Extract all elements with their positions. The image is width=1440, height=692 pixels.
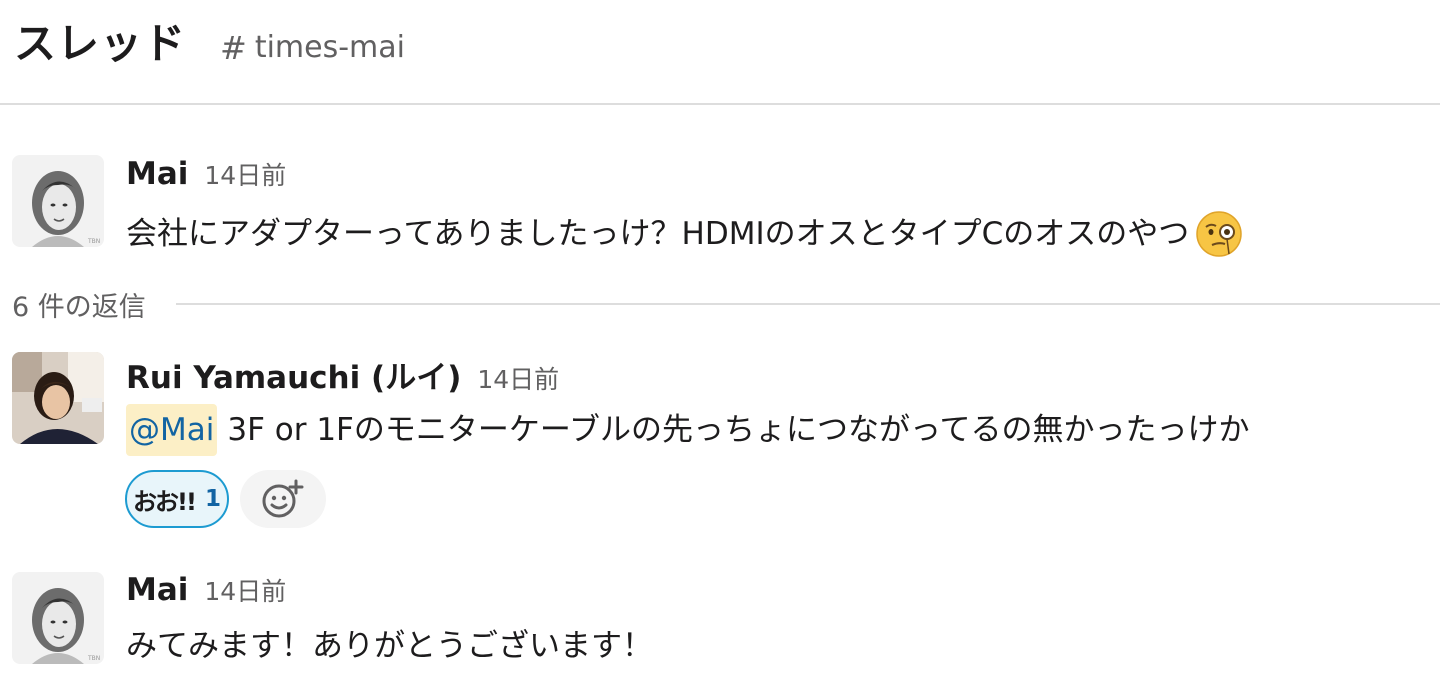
channel-name[interactable]: times-mai bbox=[255, 28, 405, 68]
mai-avatar-image: TBN bbox=[12, 155, 104, 247]
add-emoji-icon bbox=[262, 479, 304, 518]
message-body: 会社にアダプターってありましたっけ？HDMIのオスとタイプCのオスのやつ bbox=[126, 216, 1190, 252]
reaction-count: 1 bbox=[204, 486, 221, 512]
divider-line bbox=[175, 303, 1440, 305]
reaction-button[interactable]: おお!! 1 bbox=[125, 470, 229, 528]
mai-avatar-image: TBN bbox=[12, 572, 104, 664]
reply-count: 6 件の返信 bbox=[12, 291, 146, 323]
replies-divider: 6 件の返信 bbox=[12, 282, 1440, 326]
hash-icon: # bbox=[220, 29, 247, 67]
author-name[interactable]: Mai bbox=[126, 156, 188, 192]
avatar[interactable]: TBN bbox=[12, 155, 104, 247]
message-text: みてみます！ありがとうございます！ bbox=[126, 624, 653, 668]
svg-text:TBN: TBN bbox=[87, 655, 100, 662]
channel-link[interactable]: # times-mai bbox=[220, 28, 405, 68]
avatar[interactable]: TBN bbox=[12, 572, 104, 664]
avatar[interactable] bbox=[12, 352, 104, 444]
reaction-emoji: おお!! bbox=[133, 487, 197, 516]
add-reaction-button[interactable] bbox=[240, 470, 326, 528]
message-text: @Mai 3F or 1Fのモニターケーブルの先っちょにつながってるの無かったっ… bbox=[126, 404, 1249, 456]
face-with-monocle-icon bbox=[1195, 210, 1243, 258]
svg-text:TBN: TBN bbox=[87, 238, 100, 245]
thread-view: スレッド # times-mai TBN Mai 14日前 会社にアダプターって… bbox=[0, 0, 1440, 692]
thread-header: スレッド # times-mai bbox=[0, 0, 1440, 105]
message-body: みてみます！ありがとうございます！ bbox=[126, 628, 653, 664]
rui-avatar-image bbox=[12, 352, 104, 444]
timestamp[interactable]: 14日前 bbox=[204, 156, 286, 192]
timestamp[interactable]: 14日前 bbox=[204, 572, 286, 608]
timestamp[interactable]: 14日前 bbox=[477, 360, 559, 396]
author-name[interactable]: Rui Yamauchi (ルイ) bbox=[126, 352, 461, 397]
message-body: 3F or 1Fのモニターケーブルの先っちょにつながってるの無かったっけか bbox=[227, 412, 1250, 448]
author-name[interactable]: Mai bbox=[126, 572, 188, 608]
mention[interactable]: @Mai bbox=[126, 404, 218, 456]
page-title: スレッド bbox=[14, 19, 187, 68]
message-text: 会社にアダプターってありましたっけ？HDMIのオスとタイプCのオスのやつ bbox=[126, 210, 1243, 258]
